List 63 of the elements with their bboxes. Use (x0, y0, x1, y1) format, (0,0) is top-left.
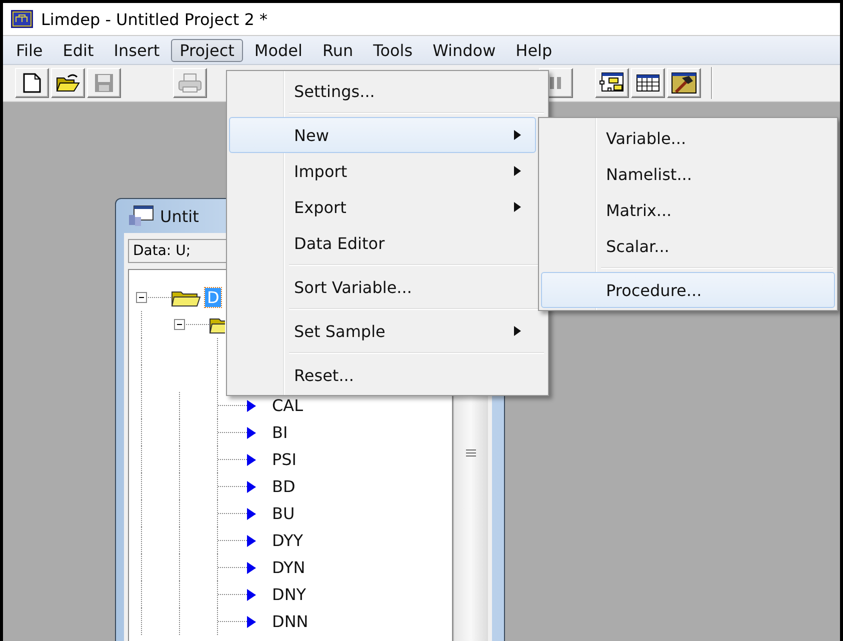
menu-item[interactable]: Sort Variable... (229, 269, 536, 305)
window-title: Limdep - Untitled Project 2 * (41, 10, 268, 28)
triangle-icon (247, 508, 256, 520)
tree-item[interactable]: BD (270, 477, 298, 496)
menu-item[interactable]: Variable... (541, 120, 835, 156)
toolbar-button[interactable] (667, 68, 701, 98)
menu-bar-item[interactable]: Run (313, 38, 362, 62)
submenu-arrow-icon (514, 326, 521, 336)
submenu-arrow-icon (514, 130, 521, 140)
triangle-icon (247, 562, 256, 574)
tree-item[interactable]: PSI (270, 450, 299, 469)
menu-item[interactable]: Data Editor (229, 225, 536, 261)
collapse-toggle[interactable] (136, 292, 147, 303)
menu-bar-item[interactable]: Window (424, 38, 505, 62)
menu-item[interactable]: Set Sample (229, 313, 536, 349)
menu-bar-item[interactable]: Insert (104, 38, 169, 62)
menu-item[interactable]: Reset... (229, 357, 536, 393)
triangle-icon (247, 616, 256, 628)
menu-bar-item[interactable]: Model (245, 38, 312, 62)
menu-item[interactable]: New (229, 117, 536, 153)
hammer-icon (671, 72, 697, 94)
printer-icon (178, 73, 202, 93)
project-window-icon (128, 205, 154, 227)
collapse-toggle[interactable] (174, 319, 185, 330)
folder-icon (171, 288, 201, 306)
project-window-icon (599, 72, 625, 94)
toolbar-button[interactable] (51, 68, 85, 98)
new-document-icon (23, 73, 41, 93)
triangle-icon (247, 400, 256, 412)
window-title: Untit (160, 206, 199, 226)
tree-item[interactable]: BI (270, 423, 290, 442)
tree-item[interactable]: BU (270, 504, 297, 523)
menu-item[interactable]: Settings... (229, 73, 536, 109)
triangle-icon (247, 454, 256, 466)
menu-bar-item[interactable]: Help (506, 38, 562, 62)
tree-item[interactable]: CAL (270, 396, 306, 415)
submenu-arrow-icon (514, 166, 521, 176)
open-folder-icon (56, 73, 80, 93)
tree-item[interactable]: DNN (270, 612, 310, 631)
triangle-icon (247, 588, 256, 600)
tree-item[interactable]: DYN (270, 558, 308, 577)
menu-bar-item[interactable]: Tools (364, 38, 422, 62)
triangle-icon (247, 426, 256, 438)
triangle-icon (247, 480, 256, 492)
toolbar-button[interactable] (595, 68, 629, 98)
menu-item[interactable]: Scalar... (541, 228, 835, 264)
toolbar-button[interactable] (15, 68, 49, 98)
toolbar-button[interactable] (631, 68, 665, 98)
menu-item[interactable]: Namelist... (541, 156, 835, 192)
tree-item[interactable]: DYY (270, 531, 305, 550)
menu-item[interactable]: Export (229, 189, 536, 225)
grid-icon (636, 74, 660, 92)
menu-bar-item[interactable]: File (7, 38, 52, 62)
triangle-icon (247, 534, 256, 546)
menu-bar-item[interactable]: Edit (54, 38, 103, 62)
menu-item[interactable]: Matrix... (541, 192, 835, 228)
submenu-arrow-icon (514, 202, 521, 212)
menu-bar-item[interactable]: Project (170, 38, 244, 62)
menu-item[interactable]: Procedure... (541, 272, 835, 308)
tree-item[interactable]: DNY (270, 585, 308, 604)
menu-item[interactable]: Import (229, 153, 536, 189)
scroll-grip-icon (466, 449, 476, 457)
app-icon (11, 10, 33, 28)
